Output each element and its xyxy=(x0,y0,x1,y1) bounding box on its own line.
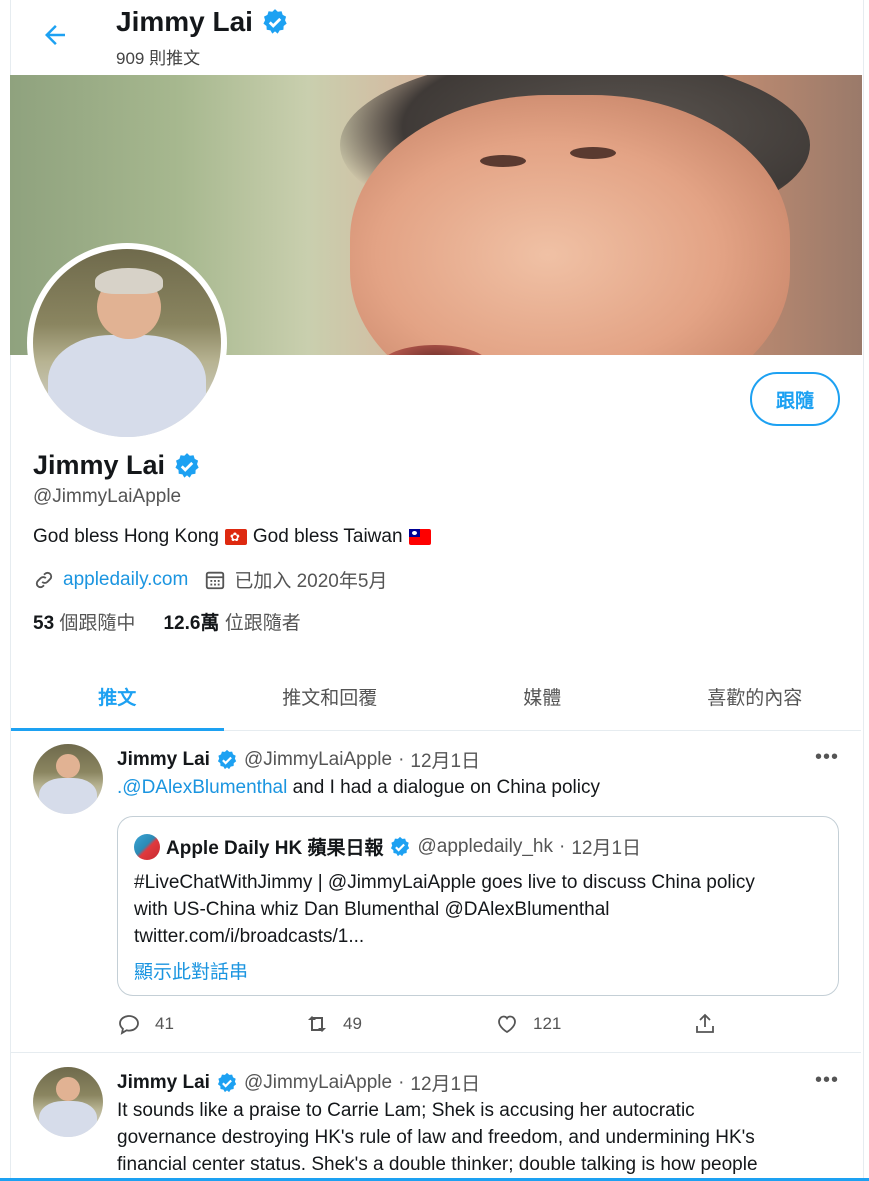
tweet-text-content: and I had a dialogue on China policy xyxy=(287,777,600,798)
reply-icon xyxy=(119,1015,139,1035)
tweet-line-2: governance destroying HK's rule of law a… xyxy=(117,1127,755,1148)
avatar-shirt xyxy=(48,335,206,437)
profile-meta: appledaily.com 已加入 2020年5月 xyxy=(33,566,387,593)
back-arrow-icon[interactable] xyxy=(40,20,70,50)
tweet-count: 909 則推文 xyxy=(116,49,201,68)
apple-daily-logo-icon xyxy=(134,833,160,860)
following-count: 53 xyxy=(33,613,55,634)
quoted-line-2: with US-China whiz Dan Blumenthal @DAlex… xyxy=(134,899,610,920)
heart-icon xyxy=(498,1015,516,1034)
show-thread-link[interactable]: 顯示此對話串 xyxy=(134,957,248,984)
tweet-line-3: financial center status. Shek's a double… xyxy=(117,1154,758,1175)
tweet-author-handle[interactable]: @JimmyLaiApple xyxy=(244,749,392,771)
retweet-count: 49 xyxy=(343,1014,362,1033)
like-button[interactable]: 121 xyxy=(495,1012,561,1036)
tweet-separator: · xyxy=(398,748,405,770)
tweet-date[interactable]: 12月1日 xyxy=(410,1069,480,1096)
tweet-author-name[interactable]: Jimmy Lai xyxy=(117,1072,210,1094)
header-name: Jimmy Lai xyxy=(116,6,253,37)
profile-handle: @JimmyLaiApple xyxy=(33,486,182,507)
tab-tweets-and-replies[interactable]: 推文和回覆 xyxy=(224,662,437,730)
share-button[interactable] xyxy=(693,1012,717,1036)
profile-name: Jimmy Lai xyxy=(33,450,201,481)
retweet-icon xyxy=(308,1016,326,1032)
quoted-tweet-header: Apple Daily HK 蘋果日報 @appledaily_hk · 12月… xyxy=(134,833,641,860)
followers-count: 12.6萬 xyxy=(163,613,220,634)
link-icon xyxy=(35,571,53,588)
avatar-head xyxy=(56,753,80,778)
tweet[interactable]: Jimmy Lai @JimmyLaiApple · 12月1日 ••• It … xyxy=(11,1053,861,1181)
header-title: Jimmy Lai xyxy=(116,6,289,38)
tweet-header: Jimmy Lai @JimmyLaiApple · 12月1日 xyxy=(117,1069,480,1096)
reply-count: 41 xyxy=(155,1014,174,1033)
tweet-line-1: It sounds like a praise to Carrie Lam; S… xyxy=(117,1100,695,1121)
more-options-icon[interactable]: ••• xyxy=(815,746,839,769)
bio-text-1: God bless Hong Kong xyxy=(33,526,219,547)
profile-name-text: Jimmy Lai xyxy=(33,450,166,480)
verified-badge-icon xyxy=(391,836,410,856)
banner-eye xyxy=(570,147,616,159)
hong-kong-flag-icon xyxy=(224,529,247,545)
quoted-tweet-card[interactable]: Apple Daily HK 蘋果日報 @appledaily_hk · 12月… xyxy=(117,816,839,996)
quoted-date: 12月1日 xyxy=(571,838,642,859)
website-link[interactable]: appledaily.com xyxy=(63,569,188,591)
tweet-author-handle[interactable]: @JimmyLaiApple xyxy=(244,1072,392,1094)
tweet-date[interactable]: 12月1日 xyxy=(410,746,480,773)
reply-button[interactable]: 41 xyxy=(117,1012,174,1036)
verified-badge-icon xyxy=(217,1072,237,1092)
bio-text-2: God bless Taiwan xyxy=(252,526,403,547)
avatar-shirt xyxy=(38,777,98,814)
tweet-actions: 41 49 121 xyxy=(117,1012,737,1042)
tab-media[interactable]: 媒體 xyxy=(436,662,649,730)
following-stat[interactable]: 53 個跟隨中 xyxy=(33,608,135,635)
avatar-shirt xyxy=(38,1100,98,1137)
quoted-tweet-text: #LiveChatWithJimmy | @JimmyLaiApple goes… xyxy=(134,869,824,950)
tweet-author-name[interactable]: Jimmy Lai xyxy=(117,749,210,771)
avatar-image xyxy=(33,249,221,437)
tweet-text: .@DAlexBlumenthal and I had a dialogue o… xyxy=(117,774,847,801)
quoted-author-name: Apple Daily HK 蘋果日報 xyxy=(166,838,384,859)
tweet-avatar[interactable] xyxy=(33,744,103,814)
follow-button[interactable]: 跟隨 xyxy=(750,372,840,426)
avatar-hair xyxy=(95,267,163,295)
more-options-icon[interactable]: ••• xyxy=(815,1069,839,1092)
profile-bio: God bless Hong Kong God bless Taiwan xyxy=(33,526,431,548)
calendar-icon xyxy=(206,571,225,589)
tweet-text: It sounds like a praise to Carrie Lam; S… xyxy=(117,1097,847,1178)
verified-badge-icon xyxy=(263,9,287,34)
verified-badge-icon xyxy=(217,749,237,769)
like-count: 121 xyxy=(533,1014,562,1033)
share-icon xyxy=(696,1013,714,1033)
followers-label: 位跟隨者 xyxy=(224,613,301,634)
tweet-separator: · xyxy=(398,1071,405,1093)
mention-link[interactable]: .@DAlexBlumenthal xyxy=(117,777,287,798)
followers-stat[interactable]: 12.6萬 位跟隨者 xyxy=(163,608,300,635)
quoted-line-3: twitter.com/i/broadcasts/1... xyxy=(134,926,365,947)
tweet-header: Jimmy Lai @JimmyLaiApple · 12月1日 xyxy=(117,746,480,773)
quoted-separator: · xyxy=(558,835,566,857)
avatar-head xyxy=(56,1076,80,1101)
following-label: 個跟隨中 xyxy=(59,613,136,634)
tab-tweets[interactable]: 推文 xyxy=(11,662,224,731)
quoted-author-handle: @appledaily_hk xyxy=(417,835,553,857)
verified-badge-icon xyxy=(175,452,199,478)
profile-avatar[interactable] xyxy=(27,243,227,443)
profile-stats: 53 個跟隨中 12.6萬 位跟隨者 xyxy=(33,608,301,635)
retweet-button[interactable]: 49 xyxy=(305,1012,362,1036)
banner-eye xyxy=(480,155,526,167)
profile-tabs: 推文 推文和回覆 媒體 喜歡的內容 xyxy=(11,662,861,731)
tab-likes[interactable]: 喜歡的內容 xyxy=(649,662,862,730)
banner-face xyxy=(350,95,790,355)
taiwan-flag-icon xyxy=(408,529,431,545)
tweet-avatar[interactable] xyxy=(33,1067,103,1137)
joined-date: 已加入 2020年5月 xyxy=(234,571,388,592)
quoted-line-1: #LiveChatWithJimmy | @JimmyLaiApple goes… xyxy=(134,872,755,893)
